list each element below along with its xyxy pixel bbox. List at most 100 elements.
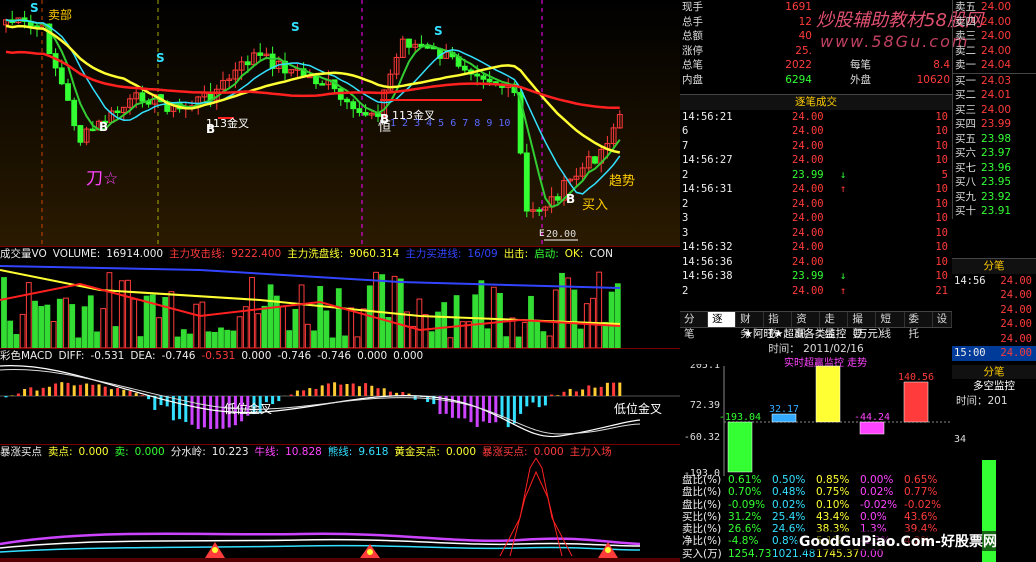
ladder-row[interactable]: 卖五 24.00 [953,0,1036,15]
volume-bar [478,280,485,348]
macd-histogram-bar [320,385,324,396]
macd-histogram-bar [302,390,306,396]
volume-bar [441,302,448,348]
tab-5[interactable]: 走线 [820,312,849,340]
surge-pane[interactable] [0,458,680,562]
tab-9[interactable]: 设 [933,312,953,327]
quote-label: 总额 [682,30,703,42]
ladder-row[interactable]: 买七 23.96 [953,161,1036,176]
flow-stat-value: -0.02% [904,498,942,511]
volume-bar [187,333,193,348]
macd-histogram-bar [364,383,368,396]
flow-bar [771,413,797,423]
far-right-price: 24.00 [1000,274,1032,287]
volume-bar [304,323,311,348]
ladder-row[interactable]: 买十 23.91 [953,204,1036,219]
arrow-down-icon: ↓ [840,168,847,181]
far-right-row: 24.00 [952,317,1036,332]
tick-list[interactable]: 逐笔成交 14:56:21 24.00 10 6 24.00 10 7 24.00 10 14:5… [680,94,952,298]
tab-6[interactable]: 撮要 [848,312,877,340]
quote-value: 25. [795,44,812,57]
ladder-label: 买八 [955,176,976,188]
tick-price: 24.00 [792,212,824,224]
macd-histogram-bar [47,386,51,396]
candle-body [65,83,71,101]
far-right-sub-title-2: 多空监控 [973,380,1015,392]
tick-time: 3 [682,226,689,239]
macd-pane[interactable] [0,362,680,444]
ladder-label: 买七 [955,161,976,174]
macd-histogram-bar [537,396,541,408]
candle-body [362,112,369,116]
candle-body [523,152,530,212]
ladder-row[interactable]: 买五 23.98 [953,132,1036,147]
flow-stat-row: 盘比(%) -0.09% 0.02% 0.10% -0.02% -0.02% [680,499,952,511]
quote-value: 40 [798,30,812,42]
macd-histogram-bar [54,383,58,396]
volume-bar [546,335,553,348]
volume-bar [75,337,82,348]
ladder-row[interactable]: 卖四 24.00 [953,15,1036,30]
ladder-row[interactable]: 买六 23.97 [953,146,1036,161]
ladder-row[interactable]: 卖二 24.00 [953,44,1036,59]
macd-histogram-bar [91,384,95,396]
ladder-price: 23.97 [981,147,1012,159]
volume-bar [329,337,336,348]
ladder-row[interactable]: 买八 23.95 [953,175,1036,190]
macd-histogram-bar [202,396,206,428]
tab-0[interactable]: 分笔 [680,312,709,340]
tick-row: 2 23.99 ↓ 5 [680,168,952,183]
flow-stat-row: 盘比(%) 0.70% 0.48% 0.75% 0.02% 0.77% [680,486,952,498]
flow-stat-value: -0.09% [728,498,766,511]
ladder-row[interactable]: 买三 24.00 [953,103,1036,118]
ladder-row[interactable]: 买一 24.03 [953,72,1036,89]
ladder-label: 买九 [955,190,976,203]
surge-dot [212,547,218,553]
volume-bar [534,320,541,348]
volume-bar [205,331,212,348]
volume-pane[interactable] [0,260,680,348]
tab-8[interactable]: 委托 [905,312,933,340]
tick-time: 14:56:36 [682,255,733,268]
tab-3[interactable]: 指数 [764,312,793,340]
ladder-row[interactable]: 买四 23.99 [953,117,1036,132]
chart-area[interactable]: 卖部 刀☆ 113金叉 113金叉 1 2 3 4 5 6 7 8 9 10 恒… [0,0,680,562]
ladder-label: 卖五 [955,1,976,13]
macd-histogram-bar [562,391,566,396]
flow-bar-label: 32.17 [769,404,799,415]
ladder-row[interactable]: 卖三 24.00 [953,29,1036,44]
tab-1[interactable]: 逐笔 [708,312,737,340]
macd-cross-label-1: 低位金叉 [224,402,273,416]
tick-row: 3 24.00 10 [680,211,952,226]
tick-volume: 10 [935,154,948,166]
volume-bar [180,329,187,348]
tab-4[interactable]: 资讯 [792,312,821,340]
macd-histogram-bar [109,389,113,396]
ladder-row[interactable]: 买二 24.01 [953,88,1036,103]
far-right-row: 15:00 24.00 [952,346,1036,361]
quote-label: 涨停 [682,44,703,57]
flow-y-label: 72.39 [690,400,720,411]
panel-tabs[interactable]: 分笔 逐笔 财务 指数 资讯 走线 撮要 短线 委托设 [680,311,953,340]
macd-histogram-bar [72,385,76,396]
b-mark-4: B [566,192,576,206]
tick-price: 24.00 [792,154,824,166]
ladder-row[interactable]: 卖一 24.04 [953,58,1036,73]
volume-bar [354,336,361,348]
tick-row: 14:56:21 24.00 10 [680,110,952,125]
tick-time: 2 [682,197,689,210]
candle-body [344,98,350,103]
macd-histogram-bar [494,396,498,423]
volume-bar [125,279,131,348]
ladder-price: 23.98 [981,132,1012,145]
volume-bar [267,284,274,348]
macd-histogram-bar [128,391,132,396]
flow-stat-label: 买入(万) [682,547,722,560]
ladder-row[interactable]: 买九 23.92 [953,190,1036,205]
volume-bar [137,336,144,348]
tick-volume: 10 [935,183,948,195]
candle-body [592,156,598,164]
macd-histogram-bar [78,384,82,396]
tab-7[interactable]: 短线 [876,312,905,340]
tab-2[interactable]: 财务 [736,312,765,340]
